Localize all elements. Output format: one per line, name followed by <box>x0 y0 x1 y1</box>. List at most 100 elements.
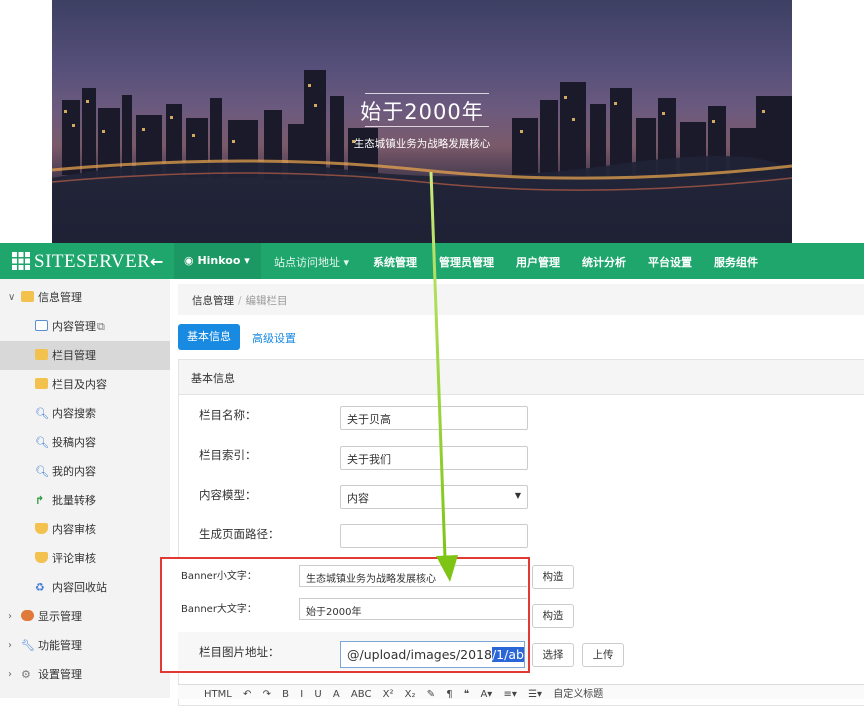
breadcrumb-separator: / <box>238 295 242 307</box>
font-color-icon[interactable]: A▾ <box>480 689 492 700</box>
font-border-icon[interactable]: A <box>333 689 340 700</box>
sidebar-item-display[interactable]: › 显示管理 <box>0 602 170 631</box>
banner-title: 始于2000年 <box>360 100 484 124</box>
top-navigation-bar: SITESERVER ← ◉ Hinkoo ▾ 站点访问地址 ▾ 系统管理 管理… <box>0 243 864 279</box>
unordered-list-icon[interactable]: ☰▾ <box>528 689 542 700</box>
breadcrumb-current: 编辑栏目 <box>245 295 288 307</box>
banner-image: 始于2000年 生态城镇业务为战略发展核心 <box>52 0 792 243</box>
external-link-icon[interactable]: ⧉ <box>97 312 105 341</box>
banner-divider-bottom <box>365 126 489 127</box>
recycle-icon: ♻ <box>35 581 45 594</box>
folder-icon <box>35 349 48 360</box>
panel-heading: 基本信息 <box>179 360 864 395</box>
sidebar-item-label: 显示管理 <box>38 610 82 623</box>
sidebar-item-columns[interactable]: 栏目管理 <box>0 341 170 370</box>
tab-basic-info[interactable]: 基本信息 <box>178 324 240 350</box>
sidebar-item-label: 内容审核 <box>52 523 96 536</box>
nav-system[interactable]: 系统管理 <box>373 254 417 270</box>
editor-html-button[interactable]: HTML <box>204 689 232 700</box>
sidebar-item-content-review[interactable]: 内容审核 <box>0 515 170 544</box>
ordered-list-icon[interactable]: ≡▾ <box>504 689 517 700</box>
nav-platform[interactable]: 平台设置 <box>648 254 692 270</box>
sidebar-item-columns-content[interactable]: 栏目及内容 <box>0 370 170 399</box>
superscript-icon[interactable]: X² <box>383 689 394 700</box>
bold-icon[interactable]: B <box>282 689 289 700</box>
wrench-icon: 🔧︎ <box>21 639 35 652</box>
content-model-value: 内容 <box>347 492 369 505</box>
paragraph-icon[interactable]: ¶ <box>446 689 452 700</box>
grid-icon <box>12 252 30 270</box>
shield-icon <box>35 552 48 563</box>
redo-icon[interactable]: ↷ <box>263 689 271 700</box>
logo-text: SITESERVER <box>34 251 151 272</box>
sidebar-item-search[interactable]: 🔍︎ 内容搜索 <box>0 399 170 428</box>
sidebar-item-label: 我的内容 <box>52 465 96 478</box>
content-table-icon <box>35 320 48 331</box>
caret-down-icon: ▼ <box>514 491 521 500</box>
sidebar-item-label: 信息管理 <box>38 291 82 304</box>
sidebar-item-label: 功能管理 <box>38 639 82 652</box>
chevron-right-icon: › <box>8 640 12 651</box>
column-name-input[interactable]: 关于贝高 <box>340 406 528 430</box>
app-logo[interactable]: SITESERVER <box>12 251 150 273</box>
sidebar-item-comment-review[interactable]: 评论审核 <box>0 544 170 573</box>
shield-icon <box>35 523 48 534</box>
sidebar-item-functions[interactable]: › 🔧︎ 功能管理 <box>0 631 170 660</box>
sidebar-item-recycle-bin[interactable]: ♻ 内容回收站 <box>0 573 170 602</box>
banner-subtitle: 生态城镇业务为战略发展核心 <box>353 138 491 150</box>
upload-button[interactable]: 上传 <box>582 643 624 667</box>
banner-divider-top <box>365 93 489 94</box>
breadcrumb-root[interactable]: 信息管理 <box>192 295 234 307</box>
transfer-icon: ↱ <box>35 494 45 507</box>
nav-services[interactable]: 服务组件 <box>714 254 758 270</box>
quote-icon[interactable]: ❝ <box>464 689 469 700</box>
annotation-highlight-box <box>160 557 530 673</box>
palette-icon <box>21 610 34 621</box>
sidebar-item-label: 批量转移 <box>52 494 96 507</box>
chevron-right-icon: › <box>8 669 12 680</box>
sidebar-item-label: 评论审核 <box>52 552 96 565</box>
arrow-left-icon[interactable]: ← <box>150 252 163 271</box>
gear-icon: ⚙ <box>21 668 31 681</box>
page-path-input[interactable] <box>340 524 528 548</box>
globe-icon: ◉ <box>184 254 194 267</box>
content-model-select[interactable]: 内容 ▼ <box>340 485 528 509</box>
folder-icon <box>35 378 48 389</box>
build-button[interactable]: 构造 <box>532 565 574 589</box>
search-icon: 🔍︎ <box>35 436 49 449</box>
sidebar-item-label: 投稿内容 <box>52 436 96 449</box>
sidebar-item-label: 内容搜索 <box>52 407 96 420</box>
sidebar-item-submissions[interactable]: 🔍︎ 投稿内容 <box>0 428 170 457</box>
sidebar-item-batch-transfer[interactable]: ↱ 批量转移 <box>0 486 170 515</box>
nav-users[interactable]: 用户管理 <box>516 254 560 270</box>
folder-open-icon <box>21 291 34 302</box>
subscript-icon[interactable]: X₂ <box>405 689 416 700</box>
chevron-down-icon: ∨ <box>8 292 16 303</box>
chevron-right-icon: › <box>8 611 12 622</box>
sidebar-item-settings[interactable]: › ⚙ 设置管理 <box>0 660 170 689</box>
sidebar-item-label: 栏目及内容 <box>52 378 107 391</box>
sidebar-item-label: 内容回收站 <box>52 581 107 594</box>
nav-statistics[interactable]: 统计分析 <box>582 254 626 270</box>
sidebar-item-info[interactable]: ∨ 信息管理 <box>0 283 170 312</box>
search-icon: 🔍︎ <box>35 407 49 420</box>
column-index-input[interactable]: 关于我们 <box>340 446 528 470</box>
tab-advanced-settings[interactable]: 高级设置 <box>252 330 296 346</box>
custom-heading-select[interactable]: 自定义标题 <box>553 689 603 700</box>
sidebar-item-label: 栏目管理 <box>52 349 96 362</box>
breadcrumb: 信息管理 / 编辑栏目 <box>178 284 864 315</box>
site-selector[interactable]: ◉ Hinkoo ▾ <box>184 254 250 267</box>
nav-admins[interactable]: 管理员管理 <box>439 254 494 270</box>
nav-site-url[interactable]: 站点访问地址 ▾ <box>274 254 349 270</box>
sidebar-item-content[interactable]: 内容管理 ⧉ <box>0 312 170 341</box>
editor-toolbar: HTML ↶ ↷ B I U A ABC X² X₂ ✎ ¶ ❝ A▾ ≡▾ ☰… <box>178 684 864 700</box>
eraser-icon[interactable]: ✎ <box>427 689 435 700</box>
underline-icon[interactable]: U <box>314 689 321 700</box>
undo-icon[interactable]: ↶ <box>243 689 251 700</box>
build-button[interactable]: 构造 <box>532 604 574 628</box>
strikethrough-icon[interactable]: ABC <box>351 689 372 700</box>
italic-icon[interactable]: I <box>300 689 303 700</box>
search-icon: 🔍︎ <box>35 465 49 478</box>
select-button[interactable]: 选择 <box>532 643 574 667</box>
sidebar-item-my-content[interactable]: 🔍︎ 我的内容 <box>0 457 170 486</box>
